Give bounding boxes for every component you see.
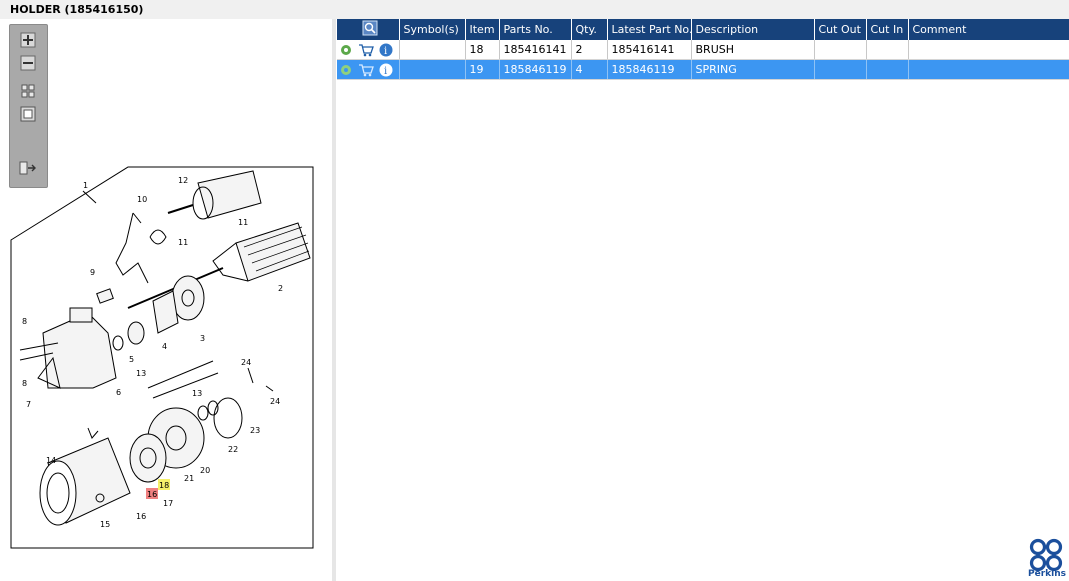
svg-text:i: i (384, 46, 387, 57)
fit-window-icon (21, 84, 35, 98)
cart-icon[interactable] (358, 43, 374, 57)
cell-cut-in (866, 59, 909, 80)
through-bolt-13a (147, 360, 214, 389)
svg-text:8: 8 (22, 317, 27, 326)
armature-part (127, 222, 311, 309)
pad-part (96, 288, 114, 304)
column-header-item[interactable]: Item (465, 19, 500, 40)
svg-text:21: 21 (184, 474, 194, 483)
cell-cut-in (866, 40, 909, 60)
svg-text:4: 4 (162, 342, 167, 351)
svg-text:3: 3 (200, 334, 205, 343)
table-row-selected[interactable]: i 19 185846119 4 185846119 SPRING (337, 59, 1069, 80)
cell-comment (908, 40, 1069, 60)
svg-text:14: 14 (46, 456, 56, 465)
cart-icon[interactable] (358, 63, 374, 77)
cell-cut-out (814, 59, 867, 80)
column-header-parts-no[interactable]: Parts No. (499, 19, 572, 40)
column-header-comment[interactable]: Comment (908, 19, 1069, 40)
svg-text:i: i (384, 66, 387, 77)
svg-text:10: 10 (137, 195, 147, 204)
svg-text:24: 24 (241, 358, 251, 367)
svg-text:9: 9 (90, 268, 95, 277)
svg-text:13: 13 (136, 369, 146, 378)
svg-text:24: 24 (270, 397, 280, 406)
window-title: HOLDER (185416150) (10, 3, 144, 16)
svg-text:8: 8 (22, 379, 27, 388)
svg-text:2: 2 (278, 284, 283, 293)
title-bar: HOLDER (185416150) (0, 0, 1069, 19)
cell-latest-part-no: 185846119 (607, 59, 692, 80)
nose-housing-part (37, 307, 117, 389)
column-header-symbols[interactable]: Symbol(s) (399, 19, 466, 40)
svg-text:5: 5 (129, 355, 134, 364)
svg-text:13: 13 (192, 389, 202, 398)
svg-text:23: 23 (250, 426, 260, 435)
svg-text:7: 7 (26, 400, 31, 409)
parts-table: Symbol(s) Item Parts No. Qty. Latest Par… (337, 19, 1069, 80)
column-header-actions[interactable] (337, 19, 400, 40)
cell-item: 18 (465, 40, 500, 60)
info-icon[interactable]: i (379, 43, 393, 57)
column-header-cut-in[interactable]: Cut In (866, 19, 909, 40)
cell-parts-no: 185846119 (499, 59, 572, 80)
svg-text:20: 20 (200, 466, 210, 475)
brand-name: Perkins (1028, 569, 1066, 579)
actual-size-icon (20, 106, 36, 122)
svg-text:22: 22 (228, 445, 238, 454)
yoke-part (39, 437, 131, 526)
cell-symbols (399, 59, 466, 80)
cell-latest-part-no: 185416141 (607, 40, 692, 60)
svg-text:12: 12 (178, 176, 188, 185)
column-header-cut-out[interactable]: Cut Out (814, 19, 867, 40)
info-icon[interactable]: i (379, 63, 393, 77)
zoom-out-button[interactable] (19, 54, 37, 72)
fork-lever-part (115, 212, 149, 284)
drive-assembly-part (112, 275, 205, 351)
zoom-out-icon (20, 55, 36, 71)
row-action-icons: i (337, 40, 400, 60)
through-bolt-13b (152, 372, 219, 399)
svg-text:1: 1 (83, 181, 88, 190)
svg-text:16: 16 (147, 490, 157, 499)
table-header-row: Symbol(s) Item Parts No. Qty. Latest Par… (337, 19, 1069, 40)
svg-text:18: 18 (159, 481, 169, 490)
exploded-parts-diagram[interactable]: 1 2 3 4 5 6 7 8 8 9 10 11 11 12 13 13 14… (8, 163, 318, 553)
table-row[interactable]: i 18 185416141 2 185416141 BRUSH (337, 40, 1069, 60)
clip-part (149, 229, 167, 245)
svg-text:6: 6 (116, 388, 121, 397)
cell-cut-out (814, 40, 867, 60)
zoom-in-button[interactable] (19, 31, 37, 49)
screw-24a (247, 367, 254, 384)
row-action-icons: i (337, 59, 400, 80)
cell-qty: 4 (571, 59, 608, 80)
svg-text:15: 15 (100, 520, 110, 529)
gear-icon[interactable] (340, 44, 352, 56)
fit-window-button[interactable] (19, 82, 37, 100)
cell-comment (908, 59, 1069, 80)
cell-parts-no: 185416141 (499, 40, 572, 60)
column-header-description[interactable]: Description (691, 19, 815, 40)
cell-item: 19 (465, 59, 500, 80)
actual-size-button[interactable] (19, 105, 37, 123)
column-header-latest-part-no[interactable]: Latest Part No. (607, 19, 692, 40)
parts-table-area: Symbol(s) Item Parts No. Qty. Latest Par… (337, 19, 1069, 581)
pane-splitter[interactable] (332, 19, 336, 581)
column-header-qty[interactable]: Qty. (571, 19, 608, 40)
cell-qty: 2 (571, 40, 608, 60)
cell-description: SPRING (691, 59, 815, 80)
gear-icon[interactable] (340, 64, 352, 76)
cell-symbols (399, 40, 466, 60)
svg-text:17: 17 (163, 499, 173, 508)
zoom-in-icon (20, 32, 36, 48)
cell-description: BRUSH (691, 40, 815, 60)
screw-24b (265, 385, 274, 392)
svg-text:11: 11 (178, 238, 188, 247)
search-parts-icon[interactable] (362, 20, 378, 36)
svg-text:11: 11 (238, 218, 248, 227)
svg-text:16: 16 (136, 512, 146, 521)
